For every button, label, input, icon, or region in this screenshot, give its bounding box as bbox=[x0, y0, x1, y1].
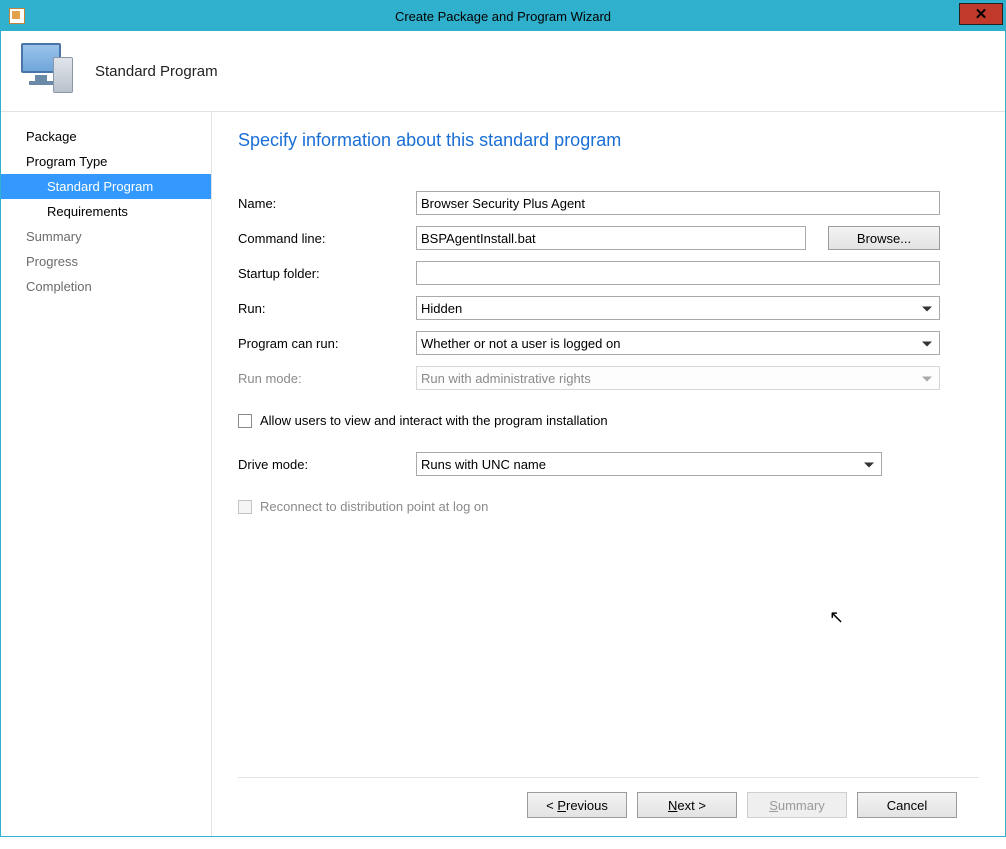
row-reconnect: Reconnect to distribution point at log o… bbox=[238, 499, 979, 514]
close-button[interactable]: ✕ bbox=[959, 3, 1003, 25]
run-select[interactable] bbox=[416, 296, 940, 320]
startup-folder-input[interactable] bbox=[416, 261, 940, 285]
label-program-can-run: Program can run: bbox=[238, 336, 416, 351]
close-icon: ✕ bbox=[975, 5, 988, 23]
run-mode-select bbox=[416, 366, 940, 390]
cancel-button[interactable]: Cancel bbox=[857, 792, 957, 818]
titlebar: Create Package and Program Wizard ✕ bbox=[1, 1, 1005, 31]
step-package[interactable]: Package bbox=[1, 124, 211, 149]
label-run: Run: bbox=[238, 301, 416, 316]
wizard-window: Create Package and Program Wizard ✕ Stan… bbox=[0, 0, 1006, 837]
row-program-can-run: Program can run: bbox=[238, 331, 979, 355]
row-run: Run: bbox=[238, 296, 979, 320]
previous-button[interactable]: < Previous bbox=[527, 792, 627, 818]
allow-interact-checkbox[interactable] bbox=[238, 414, 252, 428]
name-input[interactable] bbox=[416, 191, 940, 215]
step-summary: Summary bbox=[1, 224, 211, 249]
row-startup-folder: Startup folder: bbox=[238, 261, 979, 285]
step-progress: Progress bbox=[1, 249, 211, 274]
row-name: Name: bbox=[238, 191, 979, 215]
next-button[interactable]: Next > bbox=[637, 792, 737, 818]
reconnect-checkbox bbox=[238, 500, 252, 514]
step-sidebar: Package Program Type Standard Program Re… bbox=[1, 112, 212, 836]
step-standard-program[interactable]: Standard Program bbox=[1, 174, 211, 199]
label-drive-mode: Drive mode: bbox=[238, 457, 416, 472]
row-run-mode: Run mode: bbox=[238, 366, 979, 390]
page-title: Standard Program bbox=[95, 63, 218, 80]
label-command-line: Command line: bbox=[238, 231, 416, 246]
reconnect-label: Reconnect to distribution point at log o… bbox=[260, 499, 488, 514]
row-drive-mode: Drive mode: bbox=[238, 452, 979, 476]
wizard-body: Package Program Type Standard Program Re… bbox=[1, 111, 1005, 836]
app-icon bbox=[9, 8, 25, 24]
step-completion: Completion bbox=[1, 274, 211, 299]
row-allow-interact: Allow users to view and interact with th… bbox=[238, 413, 979, 428]
step-program-type[interactable]: Program Type bbox=[1, 149, 211, 174]
command-line-input[interactable] bbox=[416, 226, 806, 250]
drive-mode-select[interactable] bbox=[416, 452, 882, 476]
wizard-header: Standard Program bbox=[1, 31, 1005, 111]
content-heading: Specify information about this standard … bbox=[238, 130, 979, 151]
label-startup-folder: Startup folder: bbox=[238, 266, 416, 281]
step-requirements[interactable]: Requirements bbox=[1, 199, 211, 224]
summary-button: Summary bbox=[747, 792, 847, 818]
wizard-footer: < Previous Next > Summary Cancel bbox=[238, 777, 979, 836]
computer-icon bbox=[21, 43, 77, 99]
allow-interact-label: Allow users to view and interact with th… bbox=[260, 413, 608, 428]
window-title: Create Package and Program Wizard bbox=[1, 9, 1005, 24]
row-command-line: Command line: Browse... bbox=[238, 226, 979, 250]
program-can-run-select[interactable] bbox=[416, 331, 940, 355]
content-pane: Specify information about this standard … bbox=[212, 112, 1005, 836]
label-run-mode: Run mode: bbox=[238, 371, 416, 386]
browse-button[interactable]: Browse... bbox=[828, 226, 940, 250]
label-name: Name: bbox=[238, 196, 416, 211]
